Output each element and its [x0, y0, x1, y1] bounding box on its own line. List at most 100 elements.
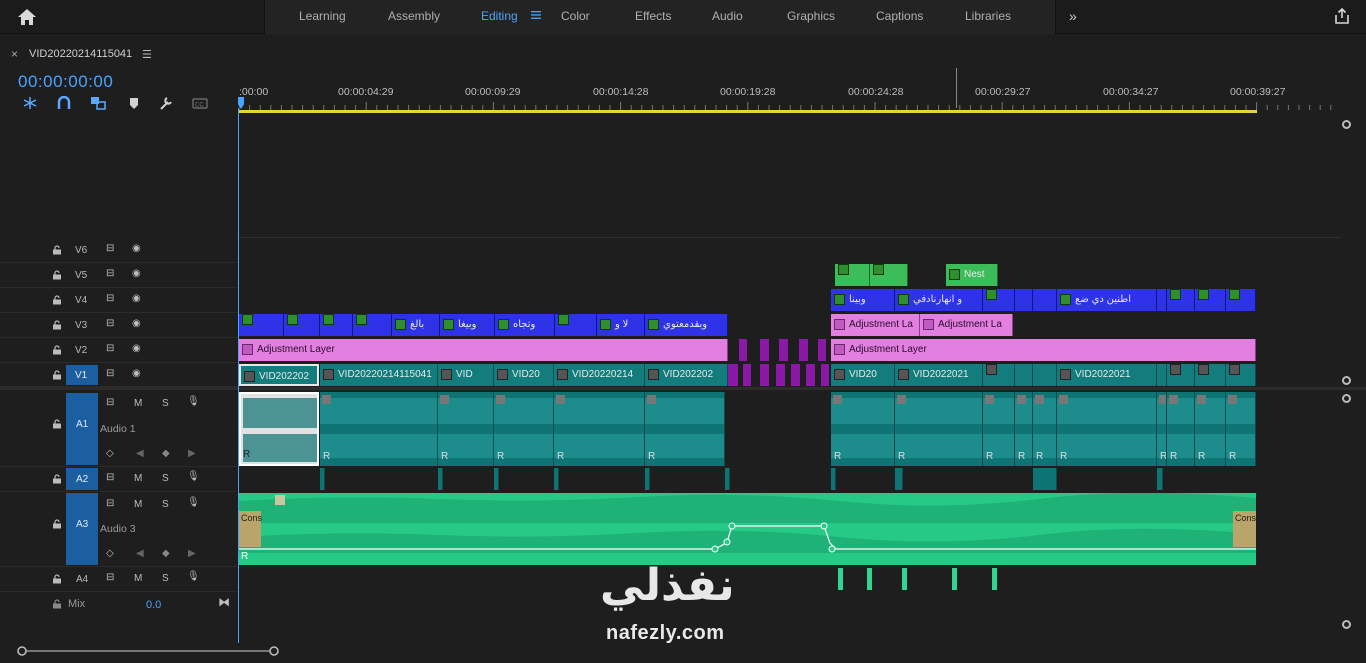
transition-block[interactable] [806, 364, 815, 386]
clip-a4[interactable] [952, 568, 957, 590]
solo-button[interactable]: S [162, 499, 169, 510]
clip-a1[interactable]: R [1057, 392, 1157, 466]
mix-value[interactable]: 0.0 [146, 599, 161, 611]
clip-v3[interactable] [239, 314, 284, 336]
clip-v1[interactable]: VID2022021 [895, 364, 983, 386]
sync-lock-icon[interactable]: ⊟ [106, 368, 114, 379]
tab-editing[interactable]: Editing [481, 9, 518, 23]
microphone-icon[interactable]: 🎙 [187, 571, 200, 582]
lock-icon[interactable] [52, 345, 62, 355]
tab-learning[interactable]: Learning [299, 9, 346, 23]
panel-menu-icon[interactable]: ☰ [142, 48, 152, 61]
transition-block[interactable] [821, 364, 829, 386]
clip-a1-selected[interactable]: R [239, 392, 319, 466]
clip-a1[interactable]: R [494, 392, 554, 466]
lock-icon[interactable] [52, 574, 62, 584]
clip-v4[interactable] [1015, 289, 1033, 311]
work-area-bar[interactable] [239, 110, 1257, 113]
captions-icon[interactable]: CC [192, 96, 208, 110]
eye-icon[interactable]: ◉ [132, 293, 141, 304]
insert-nest-icon[interactable] [22, 96, 38, 110]
video-audio-divider[interactable] [0, 387, 1366, 390]
close-icon[interactable]: × [11, 47, 18, 61]
clip-a1[interactable]: R [1157, 392, 1167, 466]
keyframe-toggle-icon[interactable]: ◇ [106, 548, 114, 559]
clip-a2[interactable] [554, 468, 559, 490]
clip-v4[interactable] [1195, 289, 1226, 311]
sync-lock-icon[interactable]: ⊟ [106, 318, 114, 329]
lock-icon[interactable] [52, 370, 62, 380]
prev-keyframe-icon[interactable]: ◀ [136, 548, 144, 559]
clip-v1[interactable]: VID [438, 364, 494, 386]
clip-a2[interactable] [320, 468, 325, 490]
zoom-handle-top[interactable] [1342, 120, 1351, 129]
add-marker-icon[interactable] [126, 96, 142, 110]
tab-assembly[interactable]: Assembly [388, 9, 440, 23]
clip-v3[interactable] [353, 314, 392, 336]
clip-a4[interactable] [902, 568, 907, 590]
more-workspaces-icon[interactable]: » [1069, 8, 1077, 24]
clip-a2[interactable] [725, 468, 730, 490]
sync-lock-icon[interactable]: ⊟ [106, 397, 114, 408]
clip-v1[interactable] [1167, 364, 1195, 386]
microphone-icon[interactable]: 🎙 [187, 497, 200, 508]
lock-icon[interactable] [52, 270, 62, 280]
sync-lock-icon[interactable]: ⊟ [106, 472, 114, 483]
clip-v5[interactable] [835, 264, 870, 286]
tab-captions[interactable]: Captions [876, 9, 923, 23]
sync-lock-icon[interactable]: ⊟ [106, 572, 114, 583]
zoom-handle-bottom[interactable] [1342, 620, 1351, 629]
clip-v1[interactable]: VID202202 [645, 364, 728, 386]
next-keyframe-icon[interactable]: ▶ [188, 548, 196, 559]
transition-block[interactable] [791, 364, 800, 386]
next-keyframe-icon[interactable]: ▶ [188, 448, 196, 459]
clip-v4[interactable]: اطنين دي ضع [1057, 289, 1157, 311]
clip-v3-adjustment[interactable]: Adjustment La [831, 314, 920, 336]
eye-icon[interactable]: ◉ [132, 343, 141, 354]
clip-a1[interactable]: R [438, 392, 494, 466]
clip-v3[interactable]: وتجاه [495, 314, 555, 336]
microphone-icon[interactable]: 🎙 [187, 471, 200, 482]
lock-icon[interactable] [52, 419, 62, 429]
clip-a2[interactable] [494, 468, 499, 490]
clip-a1[interactable]: R [1033, 392, 1057, 466]
clip-a2[interactable] [645, 468, 650, 490]
transition-block[interactable] [818, 339, 826, 361]
clip-v1[interactable] [1033, 364, 1057, 386]
lock-icon[interactable] [52, 519, 62, 529]
clip-v1[interactable] [1195, 364, 1226, 386]
snap-icon[interactable] [56, 96, 72, 110]
clip-a1[interactable]: R [983, 392, 1015, 466]
add-keyframe-icon[interactable]: ◆ [162, 548, 170, 559]
clip-v1[interactable] [1226, 364, 1256, 386]
keyframe-toggle-icon[interactable]: ◇ [106, 448, 114, 459]
clip-a3-music[interactable]: Cons Cons R [239, 493, 1256, 565]
clip-v4[interactable]: و انهارنادفي [895, 289, 983, 311]
clip-a1[interactable]: R [1226, 392, 1256, 466]
tab-audio[interactable]: Audio [712, 9, 743, 23]
clip-a2[interactable] [1157, 468, 1163, 490]
wrench-icon[interactable] [158, 96, 174, 110]
eye-icon[interactable]: ◉ [132, 243, 141, 254]
mute-button[interactable]: M [134, 499, 142, 510]
lock-icon[interactable] [52, 295, 62, 305]
clip-v3[interactable] [555, 314, 597, 336]
lock-icon[interactable] [52, 320, 62, 330]
transition-block[interactable] [743, 364, 751, 386]
mute-button[interactable]: M [134, 473, 142, 484]
clip-v3[interactable]: وبيغا [440, 314, 495, 336]
tab-color[interactable]: Color [561, 9, 590, 23]
mute-button[interactable]: M [134, 398, 142, 409]
clip-a1[interactable]: R [320, 392, 438, 466]
clip-a2[interactable] [438, 468, 443, 490]
lock-icon[interactable] [52, 599, 62, 609]
clip-v5-nest[interactable]: Nest [946, 264, 998, 286]
clip-v4[interactable] [1167, 289, 1195, 311]
clip-v1-selected[interactable]: VID202202 [239, 364, 319, 386]
horizontal-scrollbar[interactable] [16, 645, 280, 657]
clip-a1[interactable]: R [645, 392, 725, 466]
clip-v4[interactable]: وبينا [831, 289, 895, 311]
clip-a1[interactable]: R [1167, 392, 1195, 466]
clip-v4[interactable] [1226, 289, 1256, 311]
clip-a1[interactable]: R [1195, 392, 1226, 466]
